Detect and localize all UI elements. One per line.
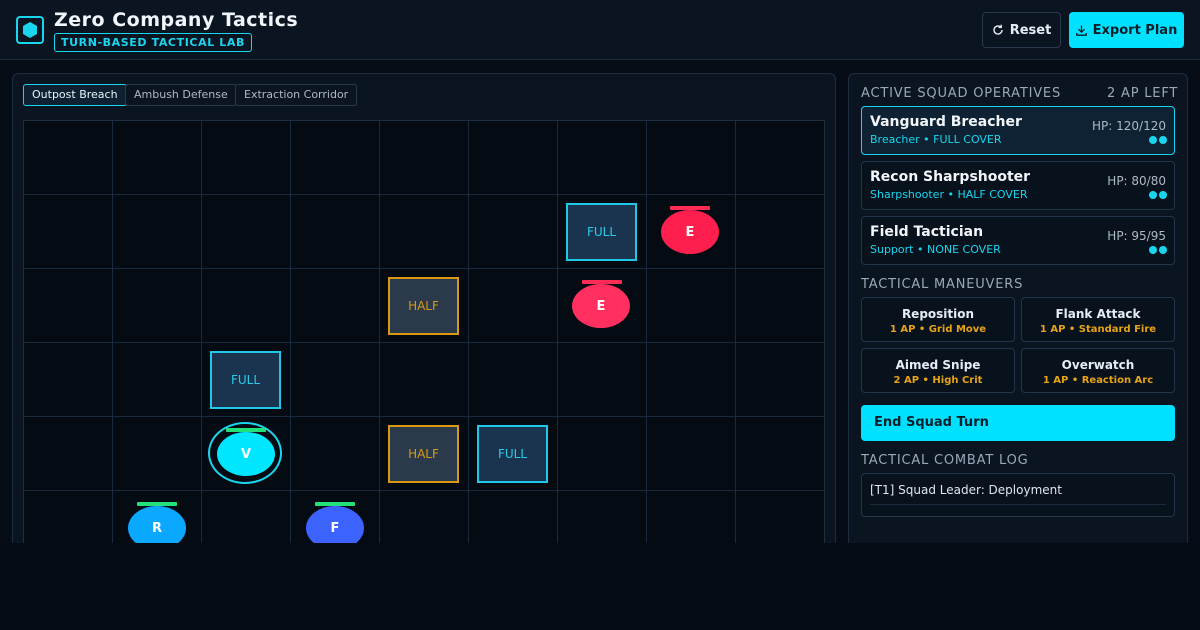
maneuver-cost: 2 AP • High Crit — [893, 375, 983, 386]
combat-log: [T1] Squad Leader: Deployment — [861, 473, 1175, 517]
combat-log-title: TACTICAL COMBAT LOG — [861, 453, 1029, 468]
squad-unit-vanguard[interactable]: V — [217, 432, 275, 476]
half-cover-block: HALF — [388, 425, 459, 483]
ap-dot — [1159, 191, 1167, 199]
page-footer-area — [0, 543, 1200, 630]
ap-dot — [1149, 136, 1157, 144]
maneuver-name: Reposition — [901, 307, 975, 321]
maneuver-reposition-button[interactable]: Reposition 1 AP • Grid Move — [861, 297, 1015, 342]
maneuver-overwatch-button[interactable]: Overwatch 1 AP • Reaction Arc — [1021, 348, 1175, 393]
maneuver-name: Aimed Snipe — [895, 358, 981, 372]
operative-card-field[interactable]: Field Tactician Support • NONE COVER HP:… — [861, 216, 1175, 265]
maneuver-cost: 1 AP • Grid Move — [889, 324, 987, 335]
log-divider — [870, 504, 1166, 505]
squad-section-title: ACTIVE SQUAD OPERATIVES — [861, 86, 1061, 101]
log-entry: [T1] Squad Leader: Deployment — [870, 483, 1062, 497]
end-squad-turn-button[interactable]: End Squad Turn — [861, 405, 1175, 441]
maneuver-name: Flank Attack — [1055, 307, 1141, 321]
half-cover-block: HALF — [388, 277, 459, 335]
reset-button[interactable]: Reset — [982, 12, 1061, 48]
operative-name: Field Tactician — [870, 224, 984, 240]
grid-line — [290, 121, 291, 543]
tactical-grid[interactable] — [23, 120, 825, 550]
grid-line — [201, 121, 202, 543]
ap-dot — [1159, 136, 1167, 144]
grid-line — [24, 268, 824, 269]
grid-line — [557, 121, 558, 543]
maneuver-name: Overwatch — [1061, 358, 1135, 372]
operative-role: Sharpshooter • HALF COVER — [870, 188, 1028, 201]
maneuver-cost: 1 AP • Standard Fire — [1039, 324, 1157, 335]
ap-dot — [1149, 191, 1157, 199]
maneuvers-section-title: TACTICAL MANEUVERS — [861, 277, 1024, 292]
grid-line — [646, 121, 647, 543]
tab-ambush-defense[interactable]: Ambush Defense — [125, 84, 237, 106]
app-subtitle-badge: TURN-BASED TACTICAL LAB — [54, 33, 252, 52]
operative-hp: HP: 80/80 — [1107, 174, 1166, 188]
ap-dot — [1159, 246, 1167, 254]
operative-role: Support • NONE COVER — [870, 243, 1001, 256]
operative-card-vanguard[interactable]: Vanguard Breacher Breacher • FULL COVER … — [861, 106, 1175, 155]
app-title: Zero Company Tactics — [54, 9, 299, 31]
operative-role: Breacher • FULL COVER — [870, 133, 1002, 146]
reset-button-label: Reset — [1009, 22, 1052, 38]
app-header: Zero Company Tactics TURN-BASED TACTICAL… — [0, 0, 1200, 60]
full-cover-block: FULL — [566, 203, 637, 261]
grid-line — [24, 490, 824, 491]
operative-card-recon[interactable]: Recon Sharpshooter Sharpshooter • HALF C… — [861, 161, 1175, 210]
full-cover-block: FULL — [210, 351, 281, 409]
grid-line — [468, 121, 469, 543]
operative-hp: HP: 95/95 — [1107, 229, 1166, 243]
enemy-unit[interactable]: E — [661, 210, 719, 254]
maneuver-cost: 1 AP • Reaction Arc — [1042, 375, 1154, 386]
tab-extraction-corridor[interactable]: Extraction Corridor — [235, 84, 358, 106]
tab-outpost-breach[interactable]: Outpost Breach — [23, 84, 127, 106]
grid-line — [24, 194, 824, 195]
grid-line — [379, 121, 380, 543]
maneuver-aimed-snipe-button[interactable]: Aimed Snipe 2 AP • High Crit — [861, 348, 1015, 393]
operative-name: Vanguard Breacher — [870, 114, 1022, 130]
download-icon — [1075, 25, 1087, 36]
ap-left-counter: 2 AP LEFT — [1107, 86, 1179, 101]
grid-line — [24, 342, 824, 343]
grid-line — [24, 416, 824, 417]
grid-line — [112, 121, 113, 543]
operative-name: Recon Sharpshooter — [870, 169, 1031, 185]
full-cover-block: FULL — [477, 425, 548, 483]
hexagon-icon — [16, 16, 44, 44]
enemy-unit[interactable]: E — [572, 284, 630, 328]
export-plan-label: Export Plan — [1092, 22, 1178, 38]
ap-dot — [1149, 246, 1157, 254]
operative-hp: HP: 120/120 — [1092, 119, 1166, 133]
export-plan-button[interactable]: Export Plan — [1069, 12, 1184, 48]
reset-icon — [993, 24, 1003, 35]
grid-line — [735, 121, 736, 543]
maneuver-flank-attack-button[interactable]: Flank Attack 1 AP • Standard Fire — [1021, 297, 1175, 342]
